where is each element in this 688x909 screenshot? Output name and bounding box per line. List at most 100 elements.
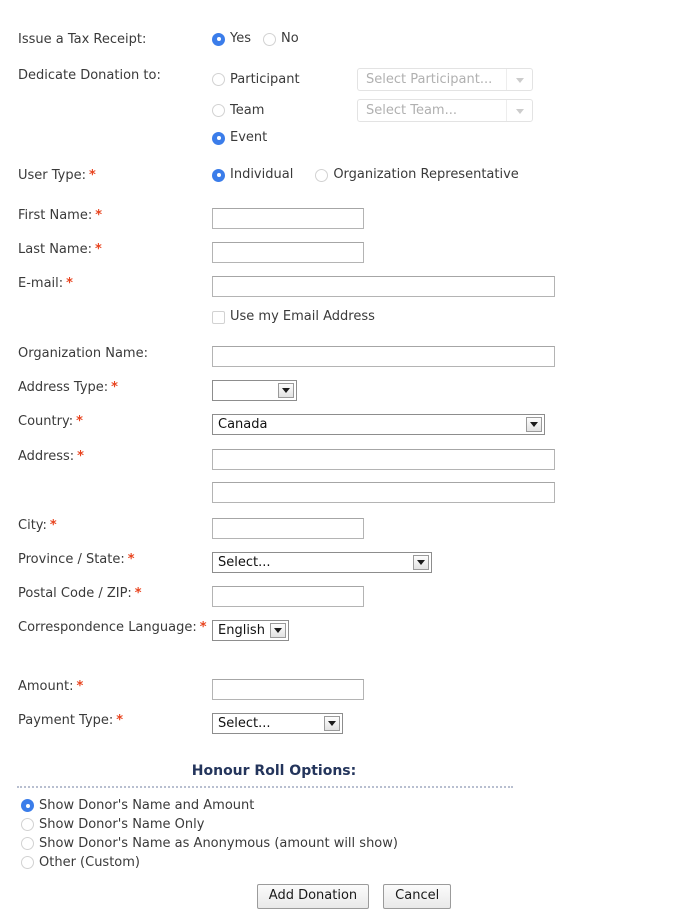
label-amount-text: Amount:: [18, 679, 74, 694]
honour-roll-title: Honour Roll Options:: [191, 763, 357, 779]
radio-dot-icon: [212, 104, 225, 117]
label-tax-receipt: Issue a Tax Receipt:: [0, 32, 212, 48]
select-team[interactable]: Select Team...: [357, 99, 533, 122]
postal-code-input[interactable]: [212, 586, 364, 607]
city-input[interactable]: [212, 518, 364, 539]
address-type-control: [212, 380, 688, 401]
label-address: Address: *: [0, 449, 212, 465]
cancel-button[interactable]: Cancel: [383, 884, 452, 909]
row-postal-code: Postal Code / ZIP: *: [0, 586, 688, 612]
label-address-text: Address:: [18, 449, 75, 464]
required-asterisk: *: [94, 242, 102, 257]
radio-label: Organization Representative: [333, 167, 519, 182]
email-input[interactable]: [212, 276, 555, 297]
radio-honour-roll-name-only[interactable]: Show Donor's Name Only: [0, 815, 688, 834]
radio-label: Participant: [230, 71, 300, 87]
radio-dedicate-event[interactable]: Event: [212, 131, 267, 145]
row-last-name: Last Name: *: [0, 242, 688, 268]
label-province-text: Province / State:: [18, 552, 125, 567]
row-address-2: [0, 482, 688, 508]
row-organization-name: Organization Name:: [0, 346, 688, 372]
honour-roll-radio-group: Show Donor's Name and Amount Show Donor'…: [0, 796, 688, 872]
radio-user-type-individual[interactable]: Individual: [212, 168, 293, 182]
add-donation-button[interactable]: Add Donation: [256, 884, 370, 909]
select-payment-type[interactable]: Select...: [212, 713, 343, 734]
label-tax-receipt-text: Issue a Tax Receipt:: [18, 32, 147, 47]
radio-dot-icon: [263, 32, 276, 46]
row-payment-type: Payment Type: * Select...: [0, 713, 688, 739]
label-country-text: Country:: [18, 414, 74, 429]
last-name-input[interactable]: [212, 242, 364, 263]
required-asterisk: *: [76, 414, 83, 429]
amount-input[interactable]: [212, 679, 364, 700]
postal-code-control: [212, 586, 688, 607]
label-address-type: Address Type: *: [0, 380, 212, 396]
required-asterisk: *: [95, 208, 103, 223]
select-address-type[interactable]: [212, 380, 297, 401]
radio-label: Show Donor's Name as Anonymous (amount w…: [39, 835, 398, 851]
required-asterisk: *: [76, 679, 84, 694]
first-name-input[interactable]: [212, 208, 364, 229]
select-participant[interactable]: Select Participant...: [357, 68, 533, 91]
select-country[interactable]: Canada: [212, 414, 545, 435]
radio-dot-icon: [212, 168, 225, 182]
label-amount: Amount: *: [0, 679, 212, 695]
label-postal-code-text: Postal Code / ZIP:: [18, 586, 132, 601]
label-province: Province / State: *: [0, 552, 212, 568]
row-city: City: *: [0, 518, 688, 544]
row-dedicate-participant: Dedicate Donation to: Participant Select…: [0, 68, 688, 94]
radio-label: Team: [230, 102, 265, 118]
label-country: Country: *: [0, 414, 212, 430]
radio-dot-icon: [315, 168, 329, 182]
radio-honour-roll-other[interactable]: Other (Custom): [0, 853, 688, 872]
label-email-text: E-mail:: [18, 276, 64, 291]
label-postal-code: Postal Code / ZIP: *: [0, 586, 212, 602]
organization-name-control: [212, 346, 688, 367]
label-last-name-text: Last Name:: [18, 242, 92, 257]
chevron-down-icon: [324, 716, 340, 731]
donation-form: Issue a Tax Receipt: Yes No Dedicate Don…: [0, 0, 688, 909]
radio-honour-roll-anonymous[interactable]: Show Donor's Name as Anonymous (amount w…: [0, 834, 688, 853]
dedicate-team-controls: Team Select Team...: [212, 99, 688, 122]
label-organization-name: Organization Name:: [0, 346, 212, 362]
row-tax-receipt: Issue a Tax Receipt: Yes No: [0, 32, 688, 58]
radio-tax-receipt-yes[interactable]: Yes: [212, 32, 251, 46]
organization-name-input[interactable]: [212, 346, 555, 367]
radio-dot-icon: [212, 131, 225, 145]
address-line-1-input[interactable]: [212, 449, 555, 470]
radio-tax-receipt-no[interactable]: No: [263, 32, 299, 46]
address-line-2-input[interactable]: [212, 482, 555, 503]
radio-user-type-organization[interactable]: Organization Representative: [315, 167, 519, 182]
select-province[interactable]: Select...: [212, 552, 432, 573]
last-name-control: [212, 242, 688, 263]
checkbox-use-my-email[interactable]: Use my Email Address: [212, 310, 375, 324]
amount-control: [212, 679, 688, 700]
label-user-type: User Type: *: [0, 168, 212, 184]
city-control: [212, 518, 688, 539]
select-country-value: Canada: [218, 417, 268, 432]
radio-label: Show Donor's Name Only: [39, 816, 205, 832]
label-language-text: Correspondence Language:: [18, 620, 197, 635]
address-1-control: [212, 449, 688, 470]
form-actions: Add Donation Cancel: [0, 884, 688, 909]
radio-label: Event: [230, 130, 268, 145]
select-divider: [506, 100, 507, 121]
radio-honour-roll-name-and-amount[interactable]: Show Donor's Name and Amount: [0, 796, 688, 815]
chevron-down-icon: [516, 108, 524, 114]
required-asterisk: *: [77, 449, 84, 464]
radio-dedicate-team[interactable]: Team: [212, 102, 357, 118]
select-language[interactable]: English: [212, 620, 289, 641]
radio-dot-icon: [21, 837, 34, 850]
checkbox-icon: [212, 310, 225, 324]
radio-label: Yes: [230, 31, 251, 46]
honour-roll-separator: [17, 786, 513, 788]
label-organization-name-text: Organization Name:: [18, 346, 148, 361]
radio-dedicate-participant[interactable]: Participant: [212, 71, 357, 87]
province-control: Select...: [212, 552, 688, 573]
row-email: E-mail: *: [0, 276, 688, 302]
label-first-name-text: First Name:: [18, 208, 93, 223]
select-province-value: Select...: [218, 555, 271, 570]
tax-receipt-radio-group: Yes No: [212, 32, 688, 46]
row-language: Correspondence Language: * English: [0, 620, 688, 646]
select-team-value: Select Team...: [366, 103, 457, 118]
